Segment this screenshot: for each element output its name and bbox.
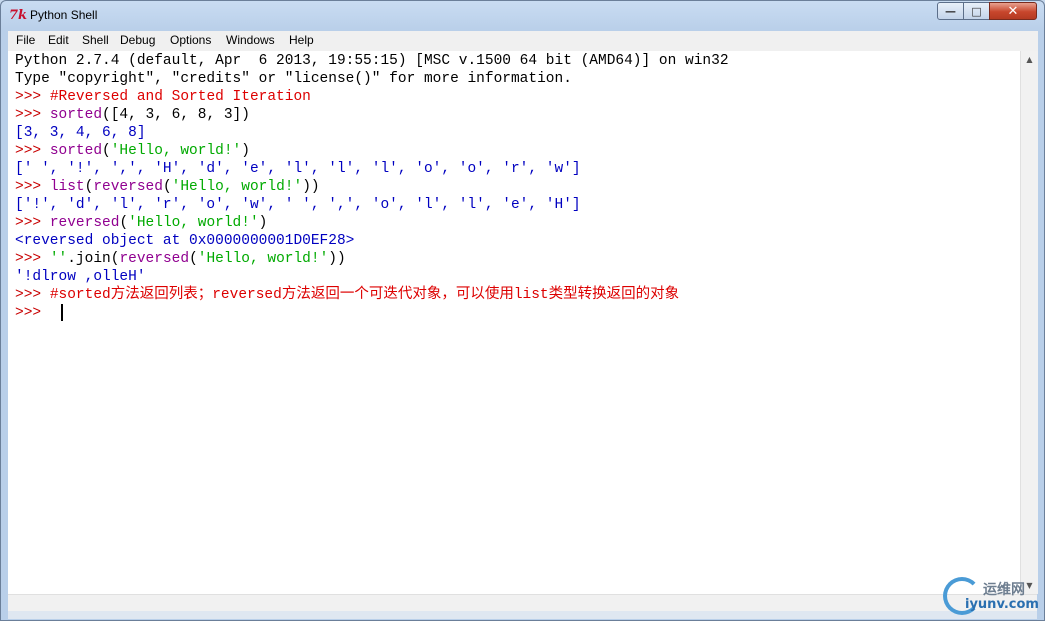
menu-options[interactable]: Options [170, 33, 211, 47]
prompt: >>> [15, 215, 50, 231]
string: 'Hello, world!' [128, 215, 259, 231]
prompt: >>> [15, 107, 50, 123]
menu-edit[interactable]: Edit [48, 33, 69, 47]
watermark-text: 运维网 [983, 582, 1025, 598]
maximize-icon: □ [971, 4, 982, 18]
menu-file[interactable]: File [16, 33, 35, 47]
window-title: Python Shell [30, 8, 98, 22]
comment: #sorted方法返回列表；reversed方法返回一个可迭代对象，可以使用li… [49, 287, 680, 303]
builtin: reversed [49, 215, 120, 231]
builtin: reversed [119, 251, 190, 267]
code: ) [241, 143, 250, 159]
minimize-button[interactable]: — [937, 2, 964, 20]
console-line: >>> list(reversed('Hello, world!')) [15, 178, 320, 196]
menu-shell[interactable]: Shell [82, 33, 109, 47]
output-line: [3, 3, 4, 6, 8] [15, 125, 146, 141]
watermark-url: iyunv.com [965, 597, 1039, 612]
close-icon: ✕ [1007, 3, 1019, 19]
string: '' [49, 251, 68, 267]
prompt: >>> [15, 143, 50, 159]
maximize-button[interactable]: □ [963, 2, 990, 20]
output-line: <reversed object at 0x0000000001D0EF28> [15, 233, 355, 249]
prompt: >>> [15, 305, 50, 321]
scroll-up-button[interactable]: ▲ [1021, 51, 1038, 68]
menu-debug[interactable]: Debug [120, 33, 155, 47]
banner-line: Python 2.7.4 (default, Apr 6 2013, 19:55… [15, 53, 729, 69]
output-line: ['!', 'd', 'l', 'r', 'o', 'w', ' ', ',',… [15, 197, 581, 213]
string: 'Hello, world!' [171, 179, 303, 195]
python-shell-window: 7k Python Shell — □ ✕ File Edit Shell De… [0, 0, 1045, 621]
code: ( [102, 143, 111, 159]
output-line: '!dlrow ,olleH' [15, 269, 146, 285]
close-button[interactable]: ✕ [989, 2, 1037, 20]
menu-bar: File Edit Shell Debug Options Windows He… [8, 31, 1038, 52]
code: )) [328, 251, 346, 267]
console-line: >>> sorted([4, 3, 6, 8, 3]) [15, 106, 250, 124]
string: 'Hello, world!' [110, 143, 242, 159]
code: ( [162, 179, 172, 195]
prompt: >>> [15, 179, 50, 195]
prompt: >>> [15, 89, 50, 105]
prompt: >>> [15, 287, 50, 303]
shell-text-area[interactable]: Python 2.7.4 (default, Apr 6 2013, 19:55… [8, 51, 1020, 594]
status-bar [8, 611, 1037, 619]
console-line: >>> sorted('Hello, world!') [15, 142, 250, 160]
code: .join( [67, 251, 120, 267]
output-line: [' ', '!', ',', 'H', 'd', 'e', 'l', 'l',… [15, 161, 581, 177]
builtin: sorted [49, 143, 103, 159]
code: ( [189, 251, 198, 267]
menu-help[interactable]: Help [289, 33, 314, 47]
code: )) [302, 179, 320, 195]
horizontal-scrollbar[interactable] [8, 594, 1037, 612]
text-cursor [61, 304, 63, 321]
comment: #Reversed and Sorted Iteration [49, 89, 311, 105]
title-bar[interactable]: 7k Python Shell — □ ✕ [1, 1, 1044, 31]
idle-app-icon: 7k [9, 8, 28, 23]
console-line: >>> reversed('Hello, world!') [15, 214, 267, 232]
menu-windows[interactable]: Windows [226, 33, 275, 47]
builtin: sorted [49, 107, 103, 123]
console-line: >>> #Reversed and Sorted Iteration [15, 88, 311, 106]
minimize-icon: — [945, 4, 956, 18]
string: 'Hello, world!' [197, 251, 329, 267]
code: ) [258, 215, 268, 231]
console-line: >>> #sorted方法返回列表；reversed方法返回一个可迭代对象，可以… [15, 286, 679, 304]
watermark-logo: 运维网 iyunv.com [943, 577, 1043, 617]
prompt: >>> [15, 251, 50, 267]
vertical-scrollbar[interactable]: ▲ ▼ [1020, 51, 1038, 594]
console-line: >>> ''.join(reversed('Hello, world!')) [15, 250, 346, 268]
code: ([4, 3, 6, 8, 3]) [102, 107, 250, 123]
input-line[interactable]: >>> [15, 304, 50, 322]
builtin: reversed [93, 179, 163, 195]
code: ( [119, 215, 129, 231]
builtin: list [49, 179, 85, 195]
banner-info-line: Type "copyright", "credits" or "license(… [15, 71, 572, 87]
arrow-up-icon: ▲ [1026, 55, 1033, 64]
